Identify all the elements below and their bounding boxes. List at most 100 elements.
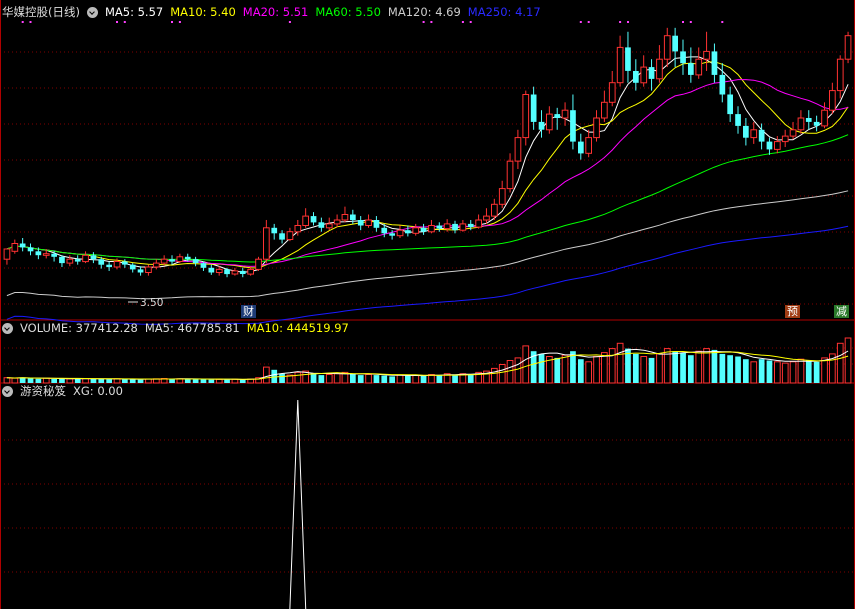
candle-body-down — [279, 233, 285, 240]
signal-dot — [288, 21, 291, 23]
candle-body-up — [3, 248, 11, 260]
volume-bar-up — [797, 358, 805, 384]
candle-body-up — [781, 135, 789, 143]
candle-body-down — [743, 125, 749, 138]
volume-bar-down — [208, 379, 215, 383]
candle-body-down — [59, 256, 65, 264]
candle-body-up — [750, 129, 758, 139]
indicator-panel-header: 游资秘笈 XG: 0.00 — [2, 383, 130, 399]
volume-bar-down — [239, 379, 246, 383]
volume-bar-down — [137, 379, 144, 383]
signal-dot — [627, 21, 629, 23]
volume-bar-down — [813, 361, 820, 383]
candle-body-up — [11, 243, 19, 252]
volume-bar-down — [184, 379, 191, 383]
candle-body-down — [271, 227, 278, 234]
candle-body-down — [711, 51, 718, 75]
volume-bar-up — [412, 374, 420, 384]
indicator-toggle-icon[interactable] — [2, 385, 13, 397]
candle-body-up — [797, 117, 805, 131]
volume-bar-up — [325, 374, 333, 384]
volume-bar-up — [656, 353, 663, 384]
candle-body-up — [263, 227, 270, 260]
volume-bar-up — [601, 352, 608, 384]
volume-bar-up — [593, 356, 600, 384]
volume-bar-down — [633, 353, 639, 383]
candle-body-up — [514, 137, 522, 162]
settings-toggle-icon[interactable] — [86, 6, 98, 18]
signal-dot — [178, 21, 181, 23]
candle-body-down — [648, 67, 655, 79]
candle-body-down — [192, 259, 199, 264]
candle-body-up — [333, 219, 341, 225]
candle-body-down — [805, 118, 812, 122]
candle-body-up — [601, 101, 608, 119]
volume-bar-down — [688, 355, 694, 383]
volume-bar-down — [436, 375, 443, 383]
indicator-line — [289, 399, 307, 609]
signal-dot — [171, 21, 173, 23]
candle-body-down — [27, 247, 34, 252]
signal-dot — [587, 21, 590, 23]
candle-body-up — [593, 117, 600, 139]
volume-bar-up — [215, 378, 223, 384]
volume-bar-down — [357, 375, 364, 383]
signal-dot — [619, 21, 622, 23]
volume-bar-up — [695, 350, 703, 384]
candle-body-down — [200, 263, 207, 268]
candle-body-up — [616, 46, 624, 84]
candle-body-up — [160, 258, 168, 264]
volume-label: VOLUME: 377412.28 — [20, 321, 138, 335]
financial-report-badge[interactable]: 财 — [241, 305, 256, 318]
volume-bar-up — [561, 354, 569, 384]
reduction-badge[interactable]: 减 — [834, 305, 849, 318]
candle-body-up — [176, 256, 184, 262]
volume-bar-down — [169, 379, 175, 383]
candle-body-up — [113, 261, 121, 268]
candle-body-down — [672, 35, 678, 52]
candle-body-down — [35, 251, 42, 256]
forecast-badge[interactable]: 预 — [785, 305, 800, 318]
candle-body-down — [224, 269, 230, 275]
volume-bar-down — [200, 379, 207, 383]
signal-dot — [430, 21, 433, 23]
candle-body-up — [695, 58, 703, 76]
volume-bar-up — [231, 378, 239, 384]
volume-bar-up — [498, 364, 506, 384]
candle-body-up — [483, 215, 490, 221]
ma60-label: MA60: 5.50 — [315, 5, 381, 19]
candle-body-up — [215, 268, 223, 273]
volume-bar-down — [467, 374, 474, 383]
signal-dot — [469, 21, 472, 23]
volume-bar-up — [844, 337, 852, 384]
candle-body-down — [169, 259, 175, 262]
candle-body-up — [443, 223, 451, 230]
candle-body-down — [452, 223, 458, 231]
candle-body-up — [608, 82, 616, 103]
volume-bar-up — [365, 374, 372, 384]
candle-body-up — [231, 270, 239, 275]
volume-bar-up — [522, 345, 530, 384]
volume-bar-down — [373, 375, 380, 383]
volume-bar-down — [554, 357, 561, 383]
candle-body-down — [554, 114, 561, 118]
volume-bar-down — [727, 355, 733, 383]
candle-body-down — [106, 264, 112, 268]
grid-lines — [0, 0, 855, 609]
volume-bar-up — [616, 342, 624, 384]
volume-bar-down — [805, 360, 812, 383]
volume-ma5-label: MA5: 467785.81 — [144, 321, 240, 335]
candle-body-down — [373, 220, 380, 228]
volume-bar-down — [648, 357, 655, 383]
candle-body-up — [836, 58, 844, 92]
candle-body-down — [184, 256, 191, 260]
volume-bar-up — [781, 362, 789, 384]
candle-body-down — [51, 253, 57, 257]
candle-body-down — [318, 222, 325, 228]
candle-body-down — [680, 51, 686, 64]
signal-dot — [682, 21, 684, 23]
volume-toggle-icon[interactable] — [2, 322, 13, 334]
candle-body-up — [703, 50, 710, 60]
candle-body-down — [310, 216, 317, 223]
volume-bar-up — [608, 348, 616, 384]
